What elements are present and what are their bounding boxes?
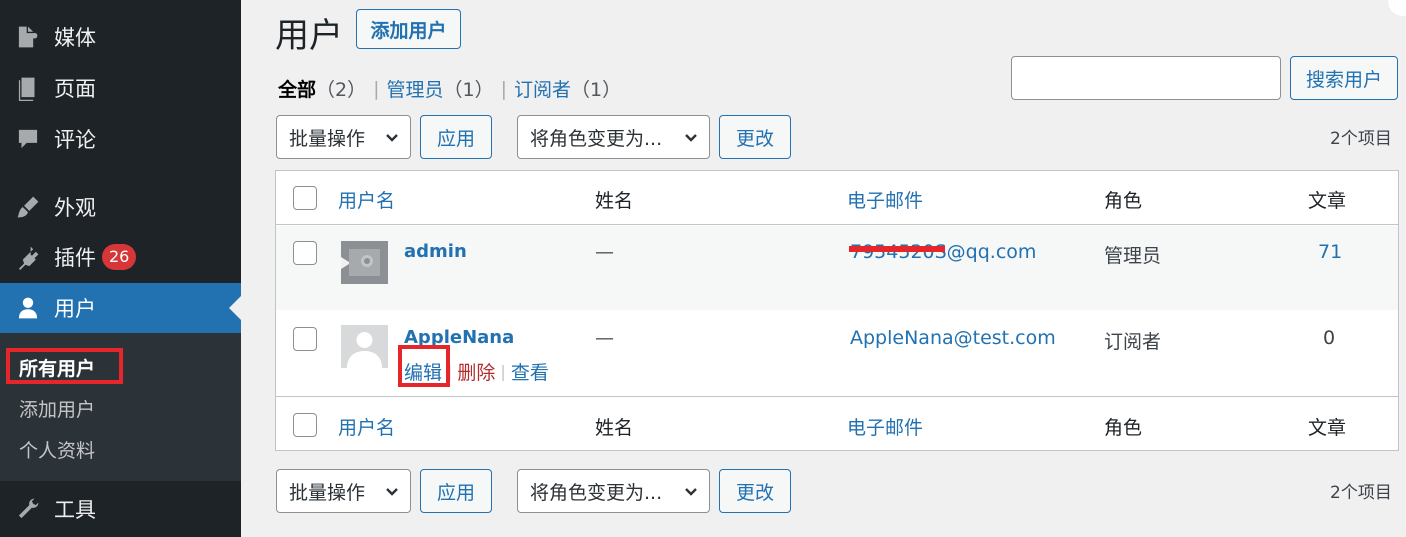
sidebar-item-users[interactable]: 用户	[0, 283, 241, 333]
admin-sidebar: 媒体 页面 评论 外观 插件 26 用户 所有用户 添加用户 个人资料 工具	[0, 0, 241, 537]
column-username[interactable]: 用户名	[338, 186, 395, 213]
select-all-checkbox[interactable]	[293, 413, 317, 437]
table-footer: 用户名 姓名 电子邮件 角色 文章	[276, 396, 1398, 450]
avatar	[341, 325, 388, 368]
change-role-select[interactable]: 将角色变更为...	[517, 469, 710, 513]
media-icon	[14, 23, 42, 51]
wrench-icon	[14, 495, 42, 523]
user-email[interactable]: AppleNana@test.com	[850, 327, 1056, 349]
table-row: admin — 7954520S@qq.com 管理员 71	[276, 226, 1398, 310]
comment-icon	[14, 125, 42, 153]
chevron-down-icon	[386, 134, 398, 142]
user-posts: 0	[1323, 327, 1336, 349]
sidebar-item-label: 工具	[54, 498, 96, 522]
sidebar-item-plugins[interactable]: 插件 26	[0, 232, 241, 282]
sidebar-item-pages[interactable]: 页面	[0, 63, 241, 113]
page-title: 用户	[275, 16, 343, 56]
corner-decoration	[1388, 0, 1406, 16]
view-user-link[interactable]: 查看	[511, 358, 549, 385]
sidebar-item-comments[interactable]: 评论	[0, 114, 241, 164]
redaction-mark	[849, 246, 945, 252]
apply-button[interactable]: 应用	[420, 115, 492, 159]
chevron-down-icon	[685, 134, 697, 142]
filter-subscriber[interactable]: 订阅者	[514, 75, 571, 102]
chevron-down-icon	[685, 488, 697, 496]
filter-all-count: （2）	[316, 79, 367, 101]
change-role-select[interactable]: 将角色变更为...	[517, 115, 710, 159]
sidebar-item-label: 评论	[54, 128, 96, 152]
column-role: 角色	[1104, 190, 1143, 212]
add-user-button[interactable]: 添加用户	[356, 9, 461, 49]
sidebar-item-label: 页面	[54, 77, 96, 101]
apply-button[interactable]: 应用	[420, 469, 492, 513]
column-posts: 文章	[1308, 190, 1347, 212]
column-email[interactable]: 电子邮件	[847, 186, 923, 213]
page-icon	[14, 74, 42, 102]
chevron-down-icon	[386, 488, 398, 496]
sidebar-item-label: 媒体	[54, 26, 96, 50]
bulk-action-value: 批量操作	[289, 481, 366, 504]
filter-separator: |	[373, 77, 380, 100]
sidebar-item-media[interactable]: 媒体	[0, 12, 241, 62]
row-checkbox[interactable]	[293, 327, 317, 351]
user-posts[interactable]: 71	[1318, 241, 1342, 263]
items-count: 2个项目	[1330, 483, 1392, 503]
highlight-box	[6, 348, 123, 384]
submenu-add-user[interactable]: 添加用户	[19, 395, 95, 422]
change-role-value: 将角色变更为...	[530, 127, 663, 150]
plugin-update-badge: 26	[102, 244, 137, 270]
username-link[interactable]: admin	[404, 241, 467, 262]
column-role: 角色	[1104, 417, 1143, 439]
search-input[interactable]	[1011, 56, 1281, 100]
users-table: 用户名 姓名 电子邮件 角色 文章 admin — 7954520S@qq.co…	[275, 170, 1399, 451]
user-icon	[14, 294, 42, 322]
delete-user-link[interactable]: 删除	[457, 358, 495, 385]
select-all-checkbox[interactable]	[293, 186, 317, 210]
user-email[interactable]: 7954520S@qq.com	[850, 241, 1036, 263]
highlight-box	[398, 345, 450, 387]
search-users-button[interactable]: 搜索用户	[1290, 56, 1398, 100]
bulk-action-select[interactable]: 批量操作	[276, 115, 411, 159]
bulk-action-select[interactable]: 批量操作	[276, 469, 411, 513]
submenu-profile[interactable]: 个人资料	[19, 436, 95, 463]
filter-subscriber-count: （1）	[571, 79, 622, 101]
user-name: —	[595, 241, 614, 263]
change-role-value: 将角色变更为...	[530, 481, 663, 504]
change-role-button[interactable]: 更改	[719, 115, 791, 159]
brush-icon	[14, 193, 42, 221]
sidebar-item-label: 外观	[54, 196, 96, 220]
plugin-icon	[14, 243, 42, 271]
column-email[interactable]: 电子邮件	[847, 413, 923, 440]
user-name: —	[595, 327, 614, 349]
filter-separator: |	[500, 77, 508, 100]
column-posts: 文章	[1308, 417, 1347, 439]
sidebar-item-tools[interactable]: 工具	[0, 484, 241, 534]
items-count: 2个项目	[1330, 129, 1392, 149]
table-header: 用户名 姓名 电子邮件 角色 文章	[276, 171, 1398, 225]
action-separator: |	[500, 362, 506, 381]
sidebar-item-label: 插件	[54, 246, 96, 270]
sidebar-item-appearance[interactable]: 外观	[0, 182, 241, 232]
filter-admin-count: （1）	[443, 79, 494, 101]
column-username[interactable]: 用户名	[338, 413, 395, 440]
bulk-action-value: 批量操作	[289, 127, 366, 150]
user-role: 订阅者	[1104, 331, 1162, 353]
row-checkbox[interactable]	[293, 241, 317, 265]
filter-all[interactable]: 全部	[278, 75, 316, 102]
filter-administrator[interactable]: 管理员	[387, 75, 444, 102]
column-name: 姓名	[595, 417, 634, 439]
avatar	[341, 241, 388, 284]
change-role-button[interactable]: 更改	[719, 469, 791, 513]
user-role-filter: 全部 （2） | 管理员 （1） | 订阅者 （1）	[278, 75, 621, 102]
sidebar-item-label: 用户	[54, 297, 96, 321]
user-role: 管理员	[1104, 245, 1162, 267]
column-name: 姓名	[595, 190, 634, 212]
